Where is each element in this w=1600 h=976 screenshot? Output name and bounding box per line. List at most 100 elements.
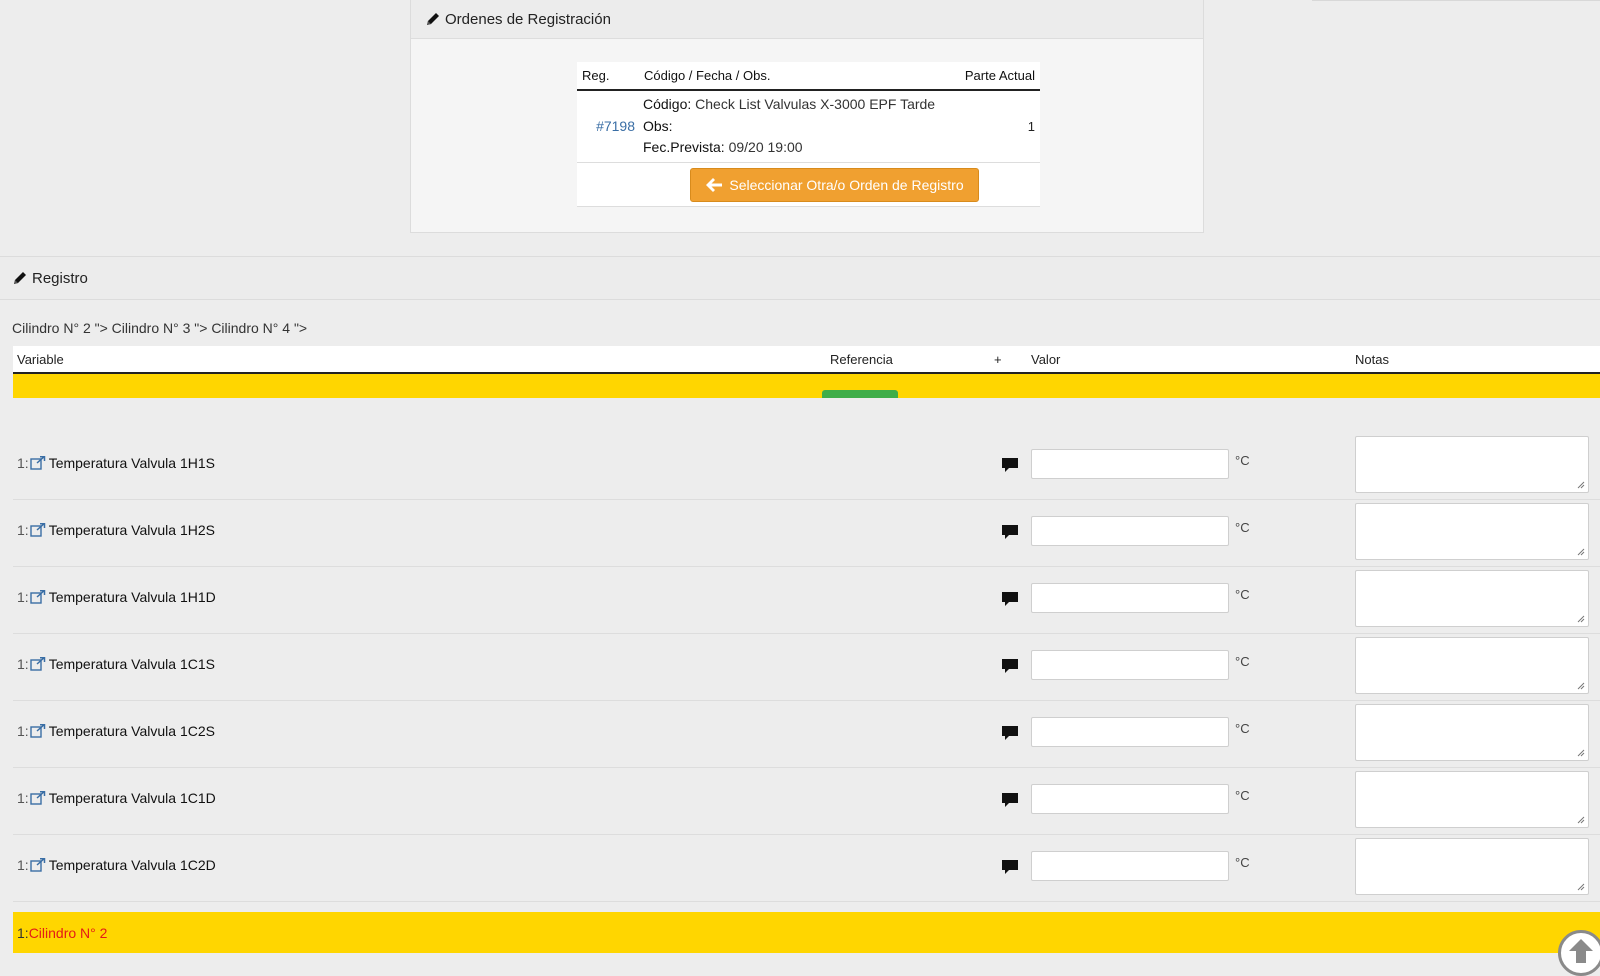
variable-name: Temperatura Valvula 1C2D	[48, 857, 216, 873]
external-link-icon[interactable]	[29, 456, 46, 470]
col-codigo-header: Código / Fecha / Obs.	[639, 62, 956, 91]
external-link-icon[interactable]	[29, 791, 46, 805]
arrow-up-icon	[1569, 939, 1593, 963]
external-link-icon[interactable]	[29, 858, 46, 872]
external-link-icon[interactable]	[29, 523, 46, 537]
table-row: 1: Temperatura Valvula 1H1S °C	[13, 433, 1600, 500]
registro-header: Registro	[0, 256, 1600, 300]
select-other-order-label: Seleccionar Otra/o Orden de Registro	[729, 176, 964, 193]
variable-name: Temperatura Valvula 1H1S	[48, 455, 215, 471]
resize-grip-icon[interactable]	[1577, 548, 1585, 556]
comment-icon[interactable]	[1001, 859, 1019, 875]
valor-input[interactable]	[1031, 650, 1229, 680]
col-reg-header: Reg.	[577, 62, 639, 91]
row-number: 1:	[17, 656, 29, 672]
comment-icon[interactable]	[1001, 524, 1019, 540]
variable-cell: 1: Temperatura Valvula 1C2D	[17, 857, 216, 873]
top-right-divider	[1312, 0, 1600, 1]
variable-cell: 1: Temperatura Valvula 1C2S	[17, 723, 215, 739]
col-referencia-header: Referencia	[830, 352, 893, 367]
col-notas-header: Notas	[1355, 352, 1389, 367]
order-reg-link[interactable]: #7198	[596, 118, 635, 134]
valor-input[interactable]	[1031, 516, 1229, 546]
row-number: 1:	[17, 522, 29, 538]
codigo-label: Código:	[643, 96, 692, 112]
registro-table-header: Variable Referencia + Valor Notas	[13, 346, 1600, 374]
resize-grip-icon[interactable]	[1577, 682, 1585, 690]
orders-table: Reg. Código / Fecha / Obs. Parte Actual …	[577, 62, 1040, 207]
external-link-icon[interactable]	[29, 657, 46, 671]
resize-grip-icon[interactable]	[1577, 615, 1585, 623]
valor-input[interactable]	[1031, 784, 1229, 814]
pencil-icon	[14, 272, 26, 284]
select-other-order-button[interactable]: Seleccionar Otra/o Orden de Registro	[690, 167, 979, 202]
variable-name: Temperatura Valvula 1H1D	[48, 589, 216, 605]
arrow-left-icon	[706, 177, 723, 192]
comment-icon[interactable]	[1001, 725, 1019, 741]
variable-name: Temperatura Valvula 1C2S	[48, 723, 215, 739]
unit-label: °C	[1235, 453, 1250, 468]
notes-textarea[interactable]	[1355, 771, 1589, 828]
variable-cell: 1: Temperatura Valvula 1H2S	[17, 522, 215, 538]
resize-grip-icon[interactable]	[1577, 883, 1585, 891]
notes-textarea[interactable]	[1355, 570, 1589, 627]
table-row: 1: Temperatura Valvula 1C1S °C	[13, 634, 1600, 701]
notes-textarea[interactable]	[1355, 637, 1589, 694]
codigo-value: Check List Valvulas X-3000 EPF Tarde	[695, 96, 936, 112]
comment-icon[interactable]	[1001, 792, 1019, 808]
variable-name: Temperatura Valvula 1C1S	[48, 656, 215, 672]
notes-textarea[interactable]	[1355, 838, 1589, 895]
external-link-icon[interactable]	[29, 724, 46, 738]
orders-panel: Ordenes de Registración Reg. Código / Fe…	[410, 0, 1204, 233]
group-header-row: 1: Cilindro N° 2	[13, 912, 1600, 953]
variable-cell: 1: Temperatura Valvula 1C1S	[17, 656, 215, 672]
resize-grip-icon[interactable]	[1577, 481, 1585, 489]
row-number: 1:	[17, 589, 29, 605]
notes-textarea[interactable]	[1355, 704, 1589, 761]
comment-icon[interactable]	[1001, 591, 1019, 607]
group-number: 1:	[17, 924, 29, 941]
group-name: Cilindro N° 2	[28, 924, 108, 941]
unit-label: °C	[1235, 721, 1250, 736]
variable-name: Temperatura Valvula 1H2S	[48, 522, 215, 538]
resize-grip-icon[interactable]	[1577, 749, 1585, 757]
green-action-button[interactable]	[822, 390, 898, 398]
fecha-label: Fec.Prevista:	[643, 139, 725, 155]
scroll-to-top-button[interactable]	[1558, 930, 1600, 976]
unit-label: °C	[1235, 855, 1250, 870]
col-parte-header: Parte Actual	[955, 62, 1040, 91]
valor-input[interactable]	[1031, 449, 1229, 479]
unit-label: °C	[1235, 587, 1250, 602]
variable-cell: 1: Temperatura Valvula 1C1D	[17, 790, 216, 806]
orders-panel-header: Ordenes de Registración	[411, 0, 1203, 39]
valor-input[interactable]	[1031, 851, 1229, 881]
orders-panel-title: Ordenes de Registración	[445, 10, 611, 28]
registro-title: Registro	[32, 269, 88, 287]
table-row: 1: Temperatura Valvula 1H1D °C	[13, 567, 1600, 634]
comment-icon[interactable]	[1001, 457, 1019, 473]
pencil-icon	[427, 13, 439, 25]
row-number: 1:	[17, 857, 29, 873]
variable-cell: 1: Temperatura Valvula 1H1S	[17, 455, 215, 471]
variable-cell: 1: Temperatura Valvula 1H1D	[17, 589, 216, 605]
row-number: 1:	[17, 455, 29, 471]
parte-actual-value: 1	[955, 90, 1040, 163]
obs-label: Obs:	[643, 117, 673, 134]
row-number: 1:	[17, 790, 29, 806]
valor-input[interactable]	[1031, 717, 1229, 747]
valor-input[interactable]	[1031, 583, 1229, 613]
fecha-value: 09/20 19:00	[728, 139, 803, 155]
comment-icon[interactable]	[1001, 658, 1019, 674]
notes-textarea[interactable]	[1355, 503, 1589, 560]
table-row: 1: Temperatura Valvula 1C2D °C	[13, 835, 1600, 902]
row-number: 1:	[17, 723, 29, 739]
table-row: 1: Temperatura Valvula 1H2S °C	[13, 500, 1600, 567]
unit-label: °C	[1235, 654, 1250, 669]
col-valor-header: Valor	[1031, 352, 1061, 367]
breadcrumb: Cilindro N° 2 "> Cilindro N° 3 "> Cilind…	[12, 320, 308, 336]
unit-label: °C	[1235, 788, 1250, 803]
resize-grip-icon[interactable]	[1577, 816, 1585, 824]
notes-textarea[interactable]	[1355, 436, 1589, 493]
external-link-icon[interactable]	[29, 590, 46, 604]
table-row: 1: Temperatura Valvula 1C2S °C	[13, 701, 1600, 768]
